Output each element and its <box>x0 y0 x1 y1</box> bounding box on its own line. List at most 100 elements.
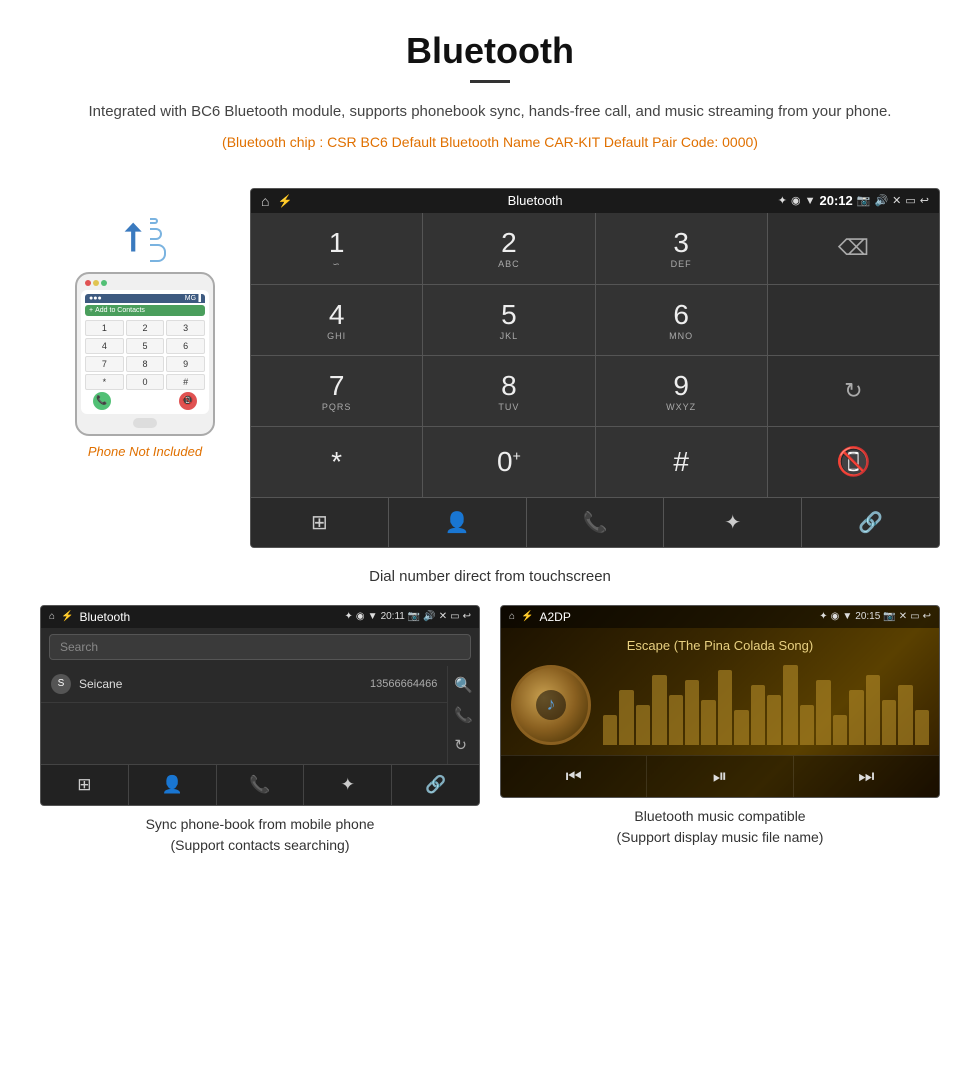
contact-avatar: S <box>51 674 71 694</box>
bluetooth-status-icon: ✦ <box>778 194 787 207</box>
reload-icon: ↻ <box>844 378 862 404</box>
phone-key-2[interactable]: 2 <box>126 320 165 336</box>
phone-key-3[interactable]: 3 <box>166 320 205 336</box>
cs-status-icons: ✦ ◉ ▼ 20:11 📷 🔊 ✕ ▭ ↩ <box>345 611 471 622</box>
cs-right-search-icon[interactable]: 🔍 <box>454 676 473 694</box>
cs-contacts-btn[interactable]: 👤 <box>129 765 217 805</box>
phone-btn[interactable]: 📞 <box>527 498 665 547</box>
home-icon[interactable]: ⌂ <box>261 193 269 209</box>
music-note-icon: ♪ <box>547 694 556 715</box>
add-contact-label: Add to Contacts <box>95 307 145 314</box>
ms-close-icon[interactable]: ✕ <box>899 611 907 622</box>
cs-back-icon[interactable]: ↩ <box>463 611 471 622</box>
window-icon[interactable]: ▭ <box>905 194 915 207</box>
dial-key-3[interactable]: 3 DEF <box>596 213 767 284</box>
contact-phone: 13566664466 <box>370 678 437 690</box>
phone-green-call-btn[interactable]: 📞 <box>93 392 111 410</box>
dial-display-row2 <box>768 285 939 355</box>
play-pause-btn[interactable]: ⏯ <box>647 756 793 797</box>
close-icon[interactable]: ✕ <box>892 194 901 207</box>
backspace-icon[interactable]: ⌫ <box>838 235 869 261</box>
phone-red-end-btn[interactable]: 📵 <box>179 392 197 410</box>
eq-bar <box>734 710 748 745</box>
phone-key-hash[interactable]: # <box>166 374 205 390</box>
key-number: # <box>673 446 689 478</box>
cs-right-phone-icon[interactable]: 📞 <box>454 706 473 724</box>
back-icon[interactable]: ↩ <box>920 194 929 207</box>
ms-loc-icon: ◉ <box>831 611 840 622</box>
dial-key-2[interactable]: 2 ABC <box>423 213 594 284</box>
key-sub: WXYZ <box>666 402 696 412</box>
phone-key-4[interactable]: 4 <box>85 338 124 354</box>
dial-key-6[interactable]: 6 MNO <box>596 285 767 355</box>
phone-key-9[interactable]: 9 <box>166 356 205 372</box>
cs-phone-btn[interactable]: 📞 <box>217 765 305 805</box>
dial-key-9[interactable]: 9 WXYZ <box>596 356 767 426</box>
key-sub: PQRS <box>322 402 352 412</box>
bluetooth-btn[interactable]: ✦ <box>664 498 802 547</box>
eq-bar <box>800 705 814 745</box>
phone-top-bar <box>81 280 209 286</box>
phone-screen: ●●● MG▐ + Add to Contacts 1 2 3 4 5 6 <box>81 290 209 414</box>
key-number: 6 <box>673 299 689 331</box>
dial-key-star[interactable]: * <box>251 427 422 497</box>
dialpad-grid: 1 ∽ 2 ABC 3 DEF ⌫ 4 GHI 5 JKL <box>251 213 939 497</box>
contacts-bottom-bar: ⊞ 👤 📞 ✦ 🔗 <box>41 764 479 805</box>
dial-key-4[interactable]: 4 GHI <box>251 285 422 355</box>
phone-key-1[interactable]: 1 <box>85 320 124 336</box>
cs-usb-icon: ⚡ <box>61 611 73 622</box>
ms-back-icon[interactable]: ↩ <box>923 611 931 622</box>
key-number: 0+ <box>497 446 521 478</box>
phone-key-0[interactable]: 0 <box>126 374 165 390</box>
cs-bt-btn[interactable]: ✦ <box>304 765 392 805</box>
phone-status-bar: ●●● MG▐ <box>85 294 205 303</box>
reload-button[interactable]: ↻ <box>768 356 939 426</box>
ms-status-icons: ✦ ◉ ▼ 20:15 📷 ✕ ▭ ↩ <box>819 611 931 622</box>
eq-bar <box>816 680 830 745</box>
ms-win-icon[interactable]: ▭ <box>910 611 919 622</box>
contacts-search-bar[interactable]: Search <box>49 634 471 660</box>
link-btn[interactable]: 🔗 <box>802 498 939 547</box>
dial-key-8[interactable]: 8 TUV <box>423 356 594 426</box>
dial-key-0[interactable]: 0+ <box>423 427 594 497</box>
cs-link-btn[interactable]: 🔗 <box>392 765 479 805</box>
key-sub: MNO <box>669 331 693 341</box>
phone-key-8[interactable]: 8 <box>126 356 165 372</box>
car-status-icons: ✦ ◉ ▼ 20:12 📷 🔊 ✕ ▭ ↩ <box>778 193 929 208</box>
phone-key-5[interactable]: 5 <box>126 338 165 354</box>
phone-add-contact-btn[interactable]: + Add to Contacts <box>85 305 205 316</box>
phone-home-button[interactable] <box>133 418 157 428</box>
cs-right-reload-icon[interactable]: ↻ <box>454 736 473 754</box>
contacts-list: S Seicane 13566664466 <box>41 666 447 764</box>
car-dialpad-screen: ⌂ ⚡ Bluetooth ✦ ◉ ▼ 20:12 📷 🔊 ✕ ▭ ↩ 1 ∽ <box>250 188 940 548</box>
contacts-btn[interactable]: 👤 <box>389 498 527 547</box>
dialpad-grid-btn[interactable]: ⊞ <box>251 498 389 547</box>
wave-md-icon <box>150 228 162 240</box>
eq-bar <box>866 675 880 745</box>
cs-win-icon[interactable]: ▭ <box>450 611 459 622</box>
cs-close-icon[interactable]: ✕ <box>439 611 447 622</box>
dial-key-hash[interactable]: # <box>596 427 767 497</box>
next-track-btn[interactable]: ⏭ <box>794 756 939 797</box>
key-sub: JKL <box>500 331 519 341</box>
eq-bar <box>767 695 781 745</box>
phone-key-star[interactable]: * <box>85 374 124 390</box>
contact-item[interactable]: S Seicane 13566664466 <box>41 666 447 703</box>
eq-bar <box>701 700 715 745</box>
cs-grid-btn[interactable]: ⊞ <box>41 765 129 805</box>
phone-dot-red <box>85 280 91 286</box>
cs-home-icon[interactable]: ⌂ <box>49 611 55 622</box>
dial-key-1[interactable]: 1 ∽ <box>251 213 422 284</box>
phone-key-6[interactable]: 6 <box>166 338 205 354</box>
header-description: Integrated with BC6 Bluetooth module, su… <box>80 101 900 124</box>
camera-icon: 📷 <box>857 194 871 207</box>
plus-icon: + <box>89 307 93 314</box>
ms-home-icon[interactable]: ⌂ <box>509 611 515 622</box>
phone-key-7[interactable]: 7 <box>85 356 124 372</box>
phone-mockup: ●●● MG▐ + Add to Contacts 1 2 3 4 5 6 <box>75 272 215 436</box>
dial-key-7[interactable]: 7 PQRS <box>251 356 422 426</box>
prev-track-btn[interactable]: ⏮ <box>501 756 647 797</box>
dial-key-5[interactable]: 5 JKL <box>423 285 594 355</box>
end-call-button[interactable]: 📵 <box>768 427 939 497</box>
end-call-icon: 📵 <box>836 445 871 478</box>
